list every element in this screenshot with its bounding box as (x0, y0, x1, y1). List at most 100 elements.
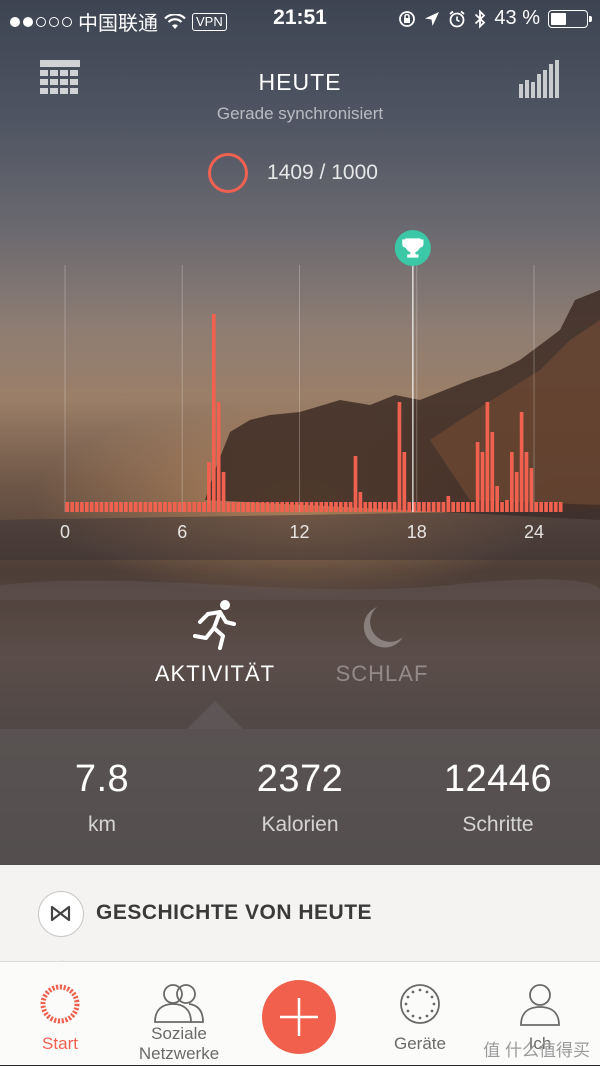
chart-bar (290, 502, 294, 512)
tab-selection-pointer (187, 701, 243, 729)
chart-bar (363, 502, 368, 512)
chart-bar (539, 502, 543, 512)
chart-bar (167, 502, 172, 512)
chart-bar (466, 502, 470, 512)
chart-bar (128, 502, 133, 512)
chart-bar (358, 492, 363, 512)
stat-label: Schritte (462, 813, 534, 836)
tab-label: Start (42, 1034, 78, 1053)
chart-bar (431, 502, 436, 512)
chart-bar (246, 502, 250, 512)
chart-bar (417, 502, 421, 512)
chart-tick-label: 12 (289, 522, 309, 542)
chart-bar (426, 502, 431, 512)
device-icon (400, 984, 440, 1024)
chart-bar (461, 502, 465, 512)
chart-tick-label: 18 (407, 522, 427, 542)
goal-progress-text: 1409 / 1000 (267, 161, 378, 184)
chart-bar (309, 502, 314, 512)
stats-panel: 7.8 km 2372 Kalorien 12446 Schritte (0, 729, 600, 865)
chart-bar (285, 502, 289, 512)
chart-bar (451, 502, 456, 512)
add-button[interactable] (262, 980, 336, 1054)
chart-bar (177, 502, 182, 512)
chart-bar (490, 432, 495, 512)
chart-bar (299, 502, 304, 512)
chart-bar (133, 502, 138, 512)
chart-bar (197, 502, 201, 512)
watermark: 值 什么值得买 (483, 1041, 590, 1060)
chart-tick-label: 6 (177, 522, 187, 542)
chart-tick-label: 24 (524, 522, 544, 542)
activity-chart: 0 6 12 18 24 (60, 230, 563, 542)
chart-bar (94, 502, 99, 512)
misfit-logo-icon (38, 891, 84, 937)
tab-label-line1: Soziale (151, 1024, 207, 1043)
status-bar: 中国联通 VPN 21:51 43 % (0, 0, 600, 38)
stat-value: 12446 (443, 758, 553, 800)
chart-bar (251, 502, 255, 512)
tab-activity[interactable]: AKTIVITÄT (148, 661, 282, 687)
bluetooth-icon (475, 8, 486, 29)
story-title: GESCHICHTE VON HEUTE (96, 901, 373, 924)
chart-bar (485, 402, 490, 512)
chart-bar (407, 502, 412, 512)
chart-bar (236, 502, 241, 512)
chart-bar (104, 502, 109, 512)
chart-bar (207, 462, 211, 512)
page-title: HEUTE (258, 69, 342, 95)
sync-status: Gerade synchronisiert (216, 104, 384, 123)
chart-bar (402, 452, 407, 512)
chart-bar (514, 472, 519, 512)
chart-bar (353, 456, 358, 512)
chart-tick-label: 0 (60, 522, 70, 542)
chart-bar (334, 502, 338, 512)
bar-chart-icon[interactable] (517, 58, 563, 100)
chart-bar (124, 502, 128, 512)
chart-bar (373, 502, 377, 512)
stat-steps: 12446 Schritte (398, 759, 598, 837)
chart-bar (382, 502, 387, 512)
tab-sleep[interactable]: SCHLAF (330, 661, 434, 687)
chart-bar (319, 502, 324, 512)
chart-bar (84, 502, 89, 512)
story-banner[interactable]: GESCHICHTE VON HEUTE (0, 865, 600, 968)
chart-bar (158, 502, 162, 512)
goal-progress-ring (208, 153, 248, 193)
running-icon[interactable] (190, 598, 240, 650)
tab-start[interactable]: Start (0, 962, 120, 1066)
chart-bar (314, 502, 319, 512)
chart-bar (295, 502, 299, 512)
chart-bar (153, 502, 158, 512)
chart-bar (534, 502, 539, 512)
tab-devices[interactable]: Geräte (360, 962, 480, 1066)
chart-bar (387, 502, 392, 512)
chart-bar (368, 502, 372, 512)
person-icon (520, 984, 560, 1026)
chart-bar (202, 502, 206, 512)
chart-bar (329, 502, 333, 512)
chart-bar (211, 314, 216, 512)
chart-bar (338, 502, 343, 512)
stat-value: 7.8 (74, 758, 130, 800)
stat-label: km (88, 813, 116, 836)
chart-bar (114, 502, 118, 512)
chart-bar (509, 452, 514, 512)
chart-bar (446, 496, 451, 512)
chart-bar (70, 502, 74, 512)
location-arrow-icon (425, 11, 440, 26)
chart-bar (549, 502, 553, 512)
moon-icon[interactable] (355, 603, 407, 651)
chart-bar (397, 402, 402, 512)
chart-bar (89, 502, 94, 512)
chart-bar (216, 402, 221, 512)
chart-bar (172, 502, 177, 512)
plus-icon (280, 998, 318, 1036)
start-ring-icon (40, 984, 80, 1024)
chart-bar (544, 502, 548, 512)
rotation-lock-icon (399, 10, 416, 27)
chart-bar (280, 502, 285, 512)
chart-bar (119, 502, 123, 512)
tab-social[interactable]: Soziale Netzwerke (119, 962, 239, 1066)
chart-bar (265, 502, 270, 512)
